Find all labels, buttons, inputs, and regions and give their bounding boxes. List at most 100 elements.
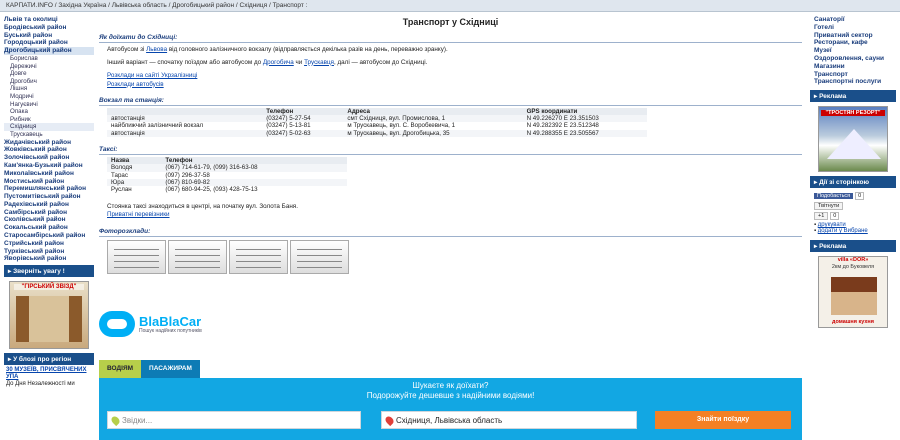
link-private-carriers[interactable]: Приватні перевізники — [107, 211, 170, 218]
table-cell: (097) 296-37-58 — [165, 171, 210, 179]
link-uz-schedule[interactable]: Розклади на сайті Укрзалізниці — [107, 72, 197, 79]
link-drohobych[interactable]: Дрогобича — [263, 59, 294, 66]
menu-town-link[interactable]: Рибник — [4, 116, 94, 124]
menu-district-link[interactable]: Львів та околиці — [4, 16, 94, 24]
gplus-button[interactable]: +1 — [814, 212, 829, 221]
taxi-table-body: Володя (067) 714-61-79, (099) 316-63-08 Та… — [107, 164, 347, 194]
table-cell: найближчий залізничний вокзал — [111, 122, 204, 130]
category-link[interactable]: Музеї — [810, 47, 896, 55]
category-menu: Санаторії Готелі Приватний сектор Ресторани… — [810, 16, 896, 86]
category-link[interactable]: Ресторани, кафе — [810, 39, 896, 47]
table-cell: (067) 810-69-82 — [161, 179, 347, 187]
menu-district-link[interactable]: Жовківський район — [4, 146, 94, 154]
menu-district-link[interactable]: Золочівський район — [4, 154, 94, 162]
mountain-graphic — [827, 129, 881, 160]
villa-ad-title: villa «DOR» — [837, 257, 869, 264]
menu-town-link[interactable]: Нагуєвичі — [4, 101, 94, 109]
like-count: 0 — [855, 192, 865, 201]
blablacar-search-panel: Шукаєте як доїхати? Подорожуйте дешевше … — [99, 378, 802, 440]
menu-town-link[interactable]: Борислав — [4, 55, 94, 63]
page-title: Транспорт у Східниці — [402, 17, 499, 27]
category-link[interactable]: Приватний сектор — [810, 32, 896, 40]
to-input[interactable]: Східниця, Львівська область — [381, 411, 637, 429]
tab-passengers[interactable]: ПАСАЖИРАМ — [141, 360, 200, 378]
menu-district-link[interactable]: Кам'янка-Бузький район — [4, 162, 94, 170]
blablacar-wordmark: BlaBlaCar — [139, 313, 202, 329]
villa-ad-banner[interactable]: villa «DOR» 2км до Буковеля домашня кухн… — [818, 256, 888, 329]
blog-link-museums[interactable]: 30 МУЗЕЇВ, ПРИСВЯЧЕНИХ УПА — [6, 367, 86, 380]
villa-house-graphic — [831, 277, 877, 316]
hotel-ad-banner[interactable]: "ГІРСЬКИЙ ЗВІЗД" — [9, 281, 89, 350]
blablacar-slogan: Пошук надійних попутників — [139, 327, 202, 334]
to-value: Східниця, Львівська область — [396, 416, 503, 425]
menu-district-link[interactable]: Сокальський район — [4, 224, 94, 232]
table-cell: Тарас — [111, 171, 128, 179]
link-truskavets[interactable]: Трускавця — [304, 59, 334, 66]
menu-town-link[interactable]: Модричі — [4, 93, 94, 101]
menu-town-link[interactable]: Опака — [4, 108, 94, 116]
hotel-ad-title: "ГІРСЬКИЙ ЗВІЗД" — [14, 284, 84, 291]
text-fragment: Автобусом зі — [107, 46, 147, 53]
table-cell: Юра — [107, 179, 162, 187]
schedule-photo[interactable] — [290, 239, 349, 274]
table-cell: смт Східниця, вул. Промислова, 1 — [343, 115, 523, 123]
schedule-photo[interactable] — [229, 239, 288, 274]
menu-district-link[interactable]: Стрийський район — [4, 240, 94, 248]
link-bus-schedule[interactable]: Розклади автобусів — [107, 81, 164, 88]
menu-district-link[interactable]: Перемишлянський район — [4, 185, 94, 193]
menu-town-link[interactable]: Трускавець — [4, 131, 94, 139]
schedule-photo[interactable] — [168, 239, 227, 274]
category-link[interactable]: Оздоровлення, сауни — [810, 55, 896, 63]
table-cell: автостанція — [107, 115, 263, 123]
share-box: Подобається 0 Твітнути +1 0 ▪ друкувати ▪ … — [810, 188, 896, 236]
column-header: Адреса — [343, 108, 523, 115]
resort-ad-banner[interactable]: "ТРОСТЯН РЕЗОРТ" — [818, 106, 888, 173]
menu-town-link[interactable]: Довге — [4, 70, 94, 78]
breadcrumb-text: КАРПАТИ.INFO / Західна Україна / Львівсь… — [6, 2, 308, 9]
category-link[interactable]: Транспортні послуги — [810, 78, 896, 86]
category-link[interactable]: Санаторії — [810, 16, 896, 24]
table-cell: (067) 680-94-25, (093) 428-75-13 — [165, 186, 258, 194]
category-link[interactable]: Магазини — [810, 63, 896, 71]
schedule-photo[interactable] — [107, 239, 166, 274]
tab-drivers[interactable]: ВОДІЯМ — [99, 360, 142, 378]
blablacar-logo[interactable]: BlaBlaCar Пошук надійних попутників — [99, 311, 202, 337]
table-cell: (03247) 5-02-63 — [262, 129, 344, 138]
menu-town-link[interactable]: Східниця — [4, 123, 94, 131]
stations-table-body: автостанція (03247) 5-27-54 смт Східниця, … — [107, 115, 647, 138]
section-photo-schedules: Фоторозклади: — [99, 227, 802, 237]
menu-district-link[interactable]: Радехівський район — [4, 201, 94, 209]
table-cell: N 49.288355 E 23.505567 — [522, 129, 647, 138]
resort-ad-title: "ТРОСТЯН РЕЗОРТ" — [821, 110, 885, 117]
column-header: Телефон — [262, 108, 344, 115]
district-menu: Львів та околиці Бродівський район Буський… — [4, 16, 94, 263]
hotel-ad-photo — [16, 296, 82, 343]
menu-district-link[interactable]: Пустомитівський район — [4, 193, 94, 201]
menu-district-link[interactable]: Миколаївський район — [4, 170, 94, 178]
favorite-link[interactable]: додати у Вибране — [818, 228, 868, 234]
facebook-like-button[interactable]: Подобається — [814, 193, 854, 200]
table-header-row: Телефон Адреса GPS координати — [107, 108, 647, 115]
table-header-row: Назва Телефон — [107, 157, 347, 165]
text-fragment: , далі — автобусом до Східниці. — [333, 58, 428, 66]
text-fragment: від головного залізничного вокзалу (відп… — [167, 46, 448, 53]
menu-town-link[interactable]: Дережичі — [4, 63, 94, 71]
menu-district-link[interactable]: Яворівський район — [4, 255, 94, 263]
tweet-button[interactable]: Твітнути — [814, 202, 844, 211]
menu-town-link[interactable]: Лішня — [4, 85, 94, 93]
table-cell: N 49.282392 E 23.512348 — [526, 122, 599, 130]
link-lviv[interactable]: Львова — [146, 46, 167, 53]
taxi-table: Назва Телефон Володя (067) 714-61-79, (099… — [107, 157, 347, 194]
category-link[interactable]: Готелі — [810, 24, 896, 32]
find-trip-button[interactable]: Знайти поїздку — [655, 411, 791, 429]
section-stations: Вокзал та станція: — [99, 96, 802, 106]
menu-town-link[interactable]: Дрогобич — [4, 78, 94, 86]
gplus-count: 0 — [830, 212, 840, 221]
menu-district-link[interactable]: Дрогобицький район — [4, 47, 94, 55]
menu-district-link[interactable]: Старосамбірський район — [4, 232, 94, 240]
from-input[interactable]: Звідки... — [107, 411, 361, 429]
menu-district-link[interactable]: Бродівський район — [4, 24, 94, 32]
station-row: найближчий залізничний вокзал (03247) 5-1… — [107, 122, 647, 129]
table-cell: Володя — [107, 164, 162, 172]
taxi-row: Тарас (097) 296-37-58 — [107, 172, 347, 179]
